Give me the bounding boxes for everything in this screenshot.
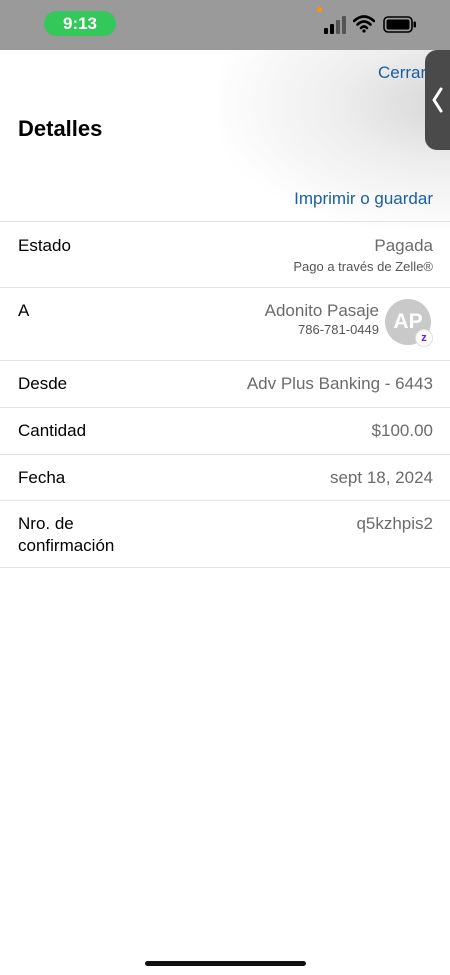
confirmacion-label-line2: confirmación: [18, 536, 115, 555]
estado-label: Estado: [18, 236, 71, 255]
status-bar: 9:13: [0, 0, 450, 50]
confirmacion-value: q5kzhpis2: [356, 514, 433, 533]
cantidad-value: $100.00: [371, 421, 433, 440]
desde-label: Desde: [18, 374, 68, 393]
page-title: Detalles: [18, 116, 103, 141]
estado-value: Pagada: [374, 236, 433, 255]
side-handle[interactable]: [425, 50, 450, 150]
details-sheet: Cerrar Detalles Imprimir o guardar Estad…: [0, 50, 450, 975]
row-fecha: Fecha sept 18, 2024: [0, 454, 450, 500]
row-recipient: A Adonito Pasaje 786-781-0449 AP z: [0, 287, 450, 360]
details-list: Estado Pagada Pago a través de Zelle® A …: [0, 221, 450, 568]
row-estado: Estado Pagada Pago a través de Zelle®: [0, 221, 450, 287]
recipient-label: A: [18, 301, 30, 320]
chevron-left-icon: [432, 87, 443, 113]
battery-icon: [383, 16, 416, 33]
home-indicator[interactable]: [145, 961, 306, 966]
status-time: 9:13: [44, 11, 116, 36]
recipient-phone: 786-781-0449: [298, 322, 379, 337]
desde-value: Adv Plus Banking - 6443: [246, 374, 433, 393]
row-cantidad: Cantidad $100.00: [0, 407, 450, 454]
signal-icon: [324, 16, 346, 34]
close-button[interactable]: Cerrar: [378, 63, 426, 83]
print-or-save-button[interactable]: Imprimir o guardar: [294, 189, 433, 209]
privacy-indicator-dot: [317, 7, 322, 12]
confirmacion-label-line1: Nro. de: [18, 514, 74, 533]
zelle-icon: z: [415, 329, 433, 347]
row-confirmacion: Nro. de confirmación q5kzhpis2: [0, 500, 450, 568]
row-desde: Desde Adv Plus Banking - 6443: [0, 360, 450, 407]
wifi-icon: [353, 15, 375, 33]
cantidad-label: Cantidad: [18, 421, 87, 440]
fecha-label: Fecha: [18, 468, 66, 487]
fecha-value: sept 18, 2024: [329, 468, 433, 487]
estado-sub: Pago a través de Zelle®: [293, 259, 433, 274]
recipient-name: Adonito Pasaje: [264, 301, 379, 320]
